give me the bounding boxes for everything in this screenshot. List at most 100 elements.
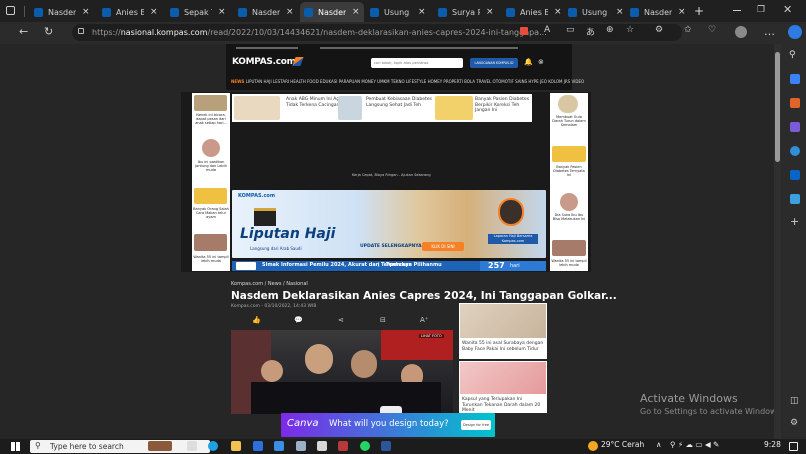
task-view-icon[interactable] bbox=[187, 441, 197, 451]
app-icon[interactable] bbox=[338, 441, 348, 451]
ad-text[interactable]: Wanita 55 ini asal Surabaya dengan Baby … bbox=[462, 341, 544, 352]
ad-thumbnail[interactable] bbox=[338, 96, 362, 120]
like-icon[interactable]: 👍 bbox=[252, 316, 261, 324]
browser-tab[interactable]: Usung A × bbox=[366, 2, 432, 22]
back-arrow-icon[interactable]: ← bbox=[19, 25, 28, 38]
app-icon[interactable] bbox=[317, 441, 327, 451]
ad-text[interactable]: Anak ABG Minum Ini Agar Tidak Terkena Ca… bbox=[286, 97, 346, 108]
new-tab-button[interactable]: + bbox=[694, 4, 704, 18]
ad-thumbnail[interactable] bbox=[435, 96, 473, 120]
profile-avatar[interactable] bbox=[735, 26, 747, 38]
ad-text[interactable]: Banyak Orang Salah Cara Makan telur ayam bbox=[193, 207, 229, 219]
close-tab-icon[interactable]: × bbox=[554, 7, 562, 17]
tools-icon[interactable] bbox=[790, 98, 800, 108]
ad-thumbnail[interactable] bbox=[460, 304, 546, 338]
close-tab-icon[interactable]: × bbox=[486, 7, 494, 17]
ad-thumbnail[interactable] bbox=[194, 95, 227, 111]
comment-icon[interactable]: 💬 bbox=[294, 316, 303, 324]
ad-thumbnail[interactable] bbox=[202, 139, 220, 157]
ad-text[interactable]: Nenek ini bicara, dapat pesan dari anak … bbox=[193, 113, 229, 125]
collections-icon[interactable]: ✩ bbox=[684, 25, 692, 35]
outlook-icon[interactable] bbox=[790, 170, 800, 180]
ad-thumbnail[interactable] bbox=[552, 146, 586, 162]
browser-tab[interactable]: Sepak Te × bbox=[166, 2, 232, 22]
whatsapp-icon[interactable] bbox=[360, 441, 370, 451]
bookmark-icon[interactable]: ⊟ bbox=[380, 316, 386, 324]
canva-ad-banner[interactable]: Canva What will you design today? Design… bbox=[281, 413, 495, 437]
browser-tab[interactable]: Nasdem × bbox=[626, 2, 688, 22]
shopping-icon[interactable] bbox=[790, 74, 800, 84]
site-search-input[interactable]: cari tokoh, topik atau peristiwa bbox=[371, 58, 463, 68]
close-window-icon[interactable]: ✕ bbox=[783, 3, 792, 16]
settings-icon[interactable]: ⊗ bbox=[538, 58, 544, 66]
close-tab-icon[interactable]: × bbox=[352, 7, 360, 17]
pemilu-banner[interactable]: Simak Informasi Pemilu 2024, Akurat dan … bbox=[232, 261, 546, 271]
text-size-icon[interactable]: A⁺ bbox=[420, 316, 428, 324]
mail-icon[interactable] bbox=[274, 441, 284, 451]
ad-thumbnail[interactable] bbox=[558, 95, 578, 113]
weather-text[interactable]: 29°C Cerah bbox=[601, 440, 644, 449]
browser-tab[interactable]: Surya Pa × bbox=[434, 2, 500, 22]
drop-icon[interactable] bbox=[790, 194, 800, 204]
ad-thumbnail[interactable] bbox=[194, 188, 227, 204]
zoom-icon[interactable]: ⊕ bbox=[606, 25, 614, 35]
cortana-image-icon[interactable] bbox=[148, 441, 172, 451]
liputan-haji-banner[interactable]: KOMPAS.com Liputan Haji Langsung dari Ar… bbox=[232, 190, 546, 258]
close-tab-icon[interactable]: × bbox=[286, 7, 294, 17]
subscribe-button[interactable]: LANGGANAN KOMPAS.ID bbox=[470, 58, 518, 68]
ad-thumbnail[interactable] bbox=[194, 234, 227, 251]
ad-text[interactable]: Banyak Pasien Diabetes Berpikir Koreksi … bbox=[475, 97, 531, 114]
add-sidebar-app-icon[interactable]: + bbox=[790, 215, 799, 228]
extensions-icon[interactable]: ⚙ bbox=[655, 25, 663, 35]
microsoft-365-icon[interactable] bbox=[790, 146, 800, 156]
scrollbar-thumb[interactable] bbox=[775, 52, 780, 162]
word-icon[interactable] bbox=[381, 441, 391, 451]
clock[interactable]: 9:28 bbox=[764, 440, 781, 449]
tray-overflow-icon[interactable]: ∧ bbox=[656, 440, 662, 449]
reader-view-icon[interactable]: ▭ bbox=[566, 25, 575, 35]
bing-copilot-icon[interactable] bbox=[788, 25, 802, 39]
ad-thumbnail[interactable] bbox=[552, 240, 586, 256]
tray-icons[interactable]: ⚲ ⚡ ☁ ▭ ◀ ✎ bbox=[670, 440, 719, 449]
store-icon[interactable] bbox=[253, 441, 263, 451]
ad-link-text[interactable]: Kerja Cepat, Biaya Ringan - Ajukan Sekar… bbox=[352, 173, 431, 177]
app-icon[interactable] bbox=[296, 441, 306, 451]
close-tab-icon[interactable]: × bbox=[150, 7, 158, 17]
ad-text[interactable]: Membuat Gula Darah Turun dalam Semalam bbox=[551, 115, 587, 127]
browser-tab-active[interactable]: Nasdem × bbox=[300, 2, 364, 22]
sidebar-split-icon[interactable]: ◫ bbox=[790, 396, 799, 406]
browser-essentials-icon[interactable]: ♡ bbox=[708, 25, 716, 35]
ad-thumbnail[interactable] bbox=[234, 96, 280, 120]
breadcrumb[interactable]: Kompas.com / News / Nasional bbox=[231, 281, 308, 287]
ad-text[interactable]: Kapsul yang Terlupakan Ini Turunkan Teka… bbox=[462, 397, 544, 414]
sidebar-search-icon[interactable]: ⚲ bbox=[789, 50, 796, 60]
browser-tab[interactable]: Nasdem × bbox=[234, 2, 300, 22]
ad-text[interactable]: Wanita 55 ini tampil lebih muda bbox=[551, 259, 587, 267]
sidebar-settings-icon[interactable]: ⚙ bbox=[790, 418, 798, 428]
browser-tab[interactable]: Anies Ba × bbox=[502, 2, 564, 22]
weather-icon[interactable] bbox=[588, 441, 598, 451]
share-icon[interactable]: ⋖ bbox=[338, 316, 344, 324]
browser-tab[interactable]: Nasdem × bbox=[30, 2, 96, 22]
close-tab-icon[interactable]: × bbox=[418, 7, 426, 17]
notification-center-icon[interactable] bbox=[789, 442, 798, 451]
minimize-window-icon[interactable] bbox=[733, 10, 741, 11]
favorites-star-icon[interactable]: ☆ bbox=[626, 25, 634, 35]
tab-actions-icon[interactable] bbox=[6, 6, 15, 15]
ad-text[interactable]: Dia Suka Ibu Ibu Bisa Melakukan Ini bbox=[551, 213, 587, 221]
haji-cta-button[interactable]: KLIK DI SINI bbox=[422, 242, 464, 251]
more-options-icon[interactable]: … bbox=[764, 25, 775, 38]
close-tab-icon[interactable]: × bbox=[616, 7, 624, 17]
close-tab-icon[interactable]: × bbox=[678, 7, 686, 17]
article-photo[interactable]: LIHAT FOTO bbox=[231, 330, 453, 414]
close-tab-icon[interactable]: × bbox=[82, 7, 90, 17]
ad-thumbnail[interactable] bbox=[560, 193, 578, 211]
page-scrollbar[interactable] bbox=[774, 44, 781, 439]
edge-taskbar-icon[interactable] bbox=[208, 441, 218, 451]
photo-tag[interactable]: LIHAT FOTO bbox=[419, 334, 444, 338]
close-tab-icon[interactable]: × bbox=[218, 7, 226, 17]
refresh-icon[interactable]: ↻ bbox=[44, 25, 53, 38]
browser-tab[interactable]: Usung A × bbox=[564, 2, 626, 22]
taskbar-search-input[interactable]: Type here to search bbox=[30, 440, 210, 453]
restore-window-icon[interactable]: ❐ bbox=[757, 5, 765, 15]
